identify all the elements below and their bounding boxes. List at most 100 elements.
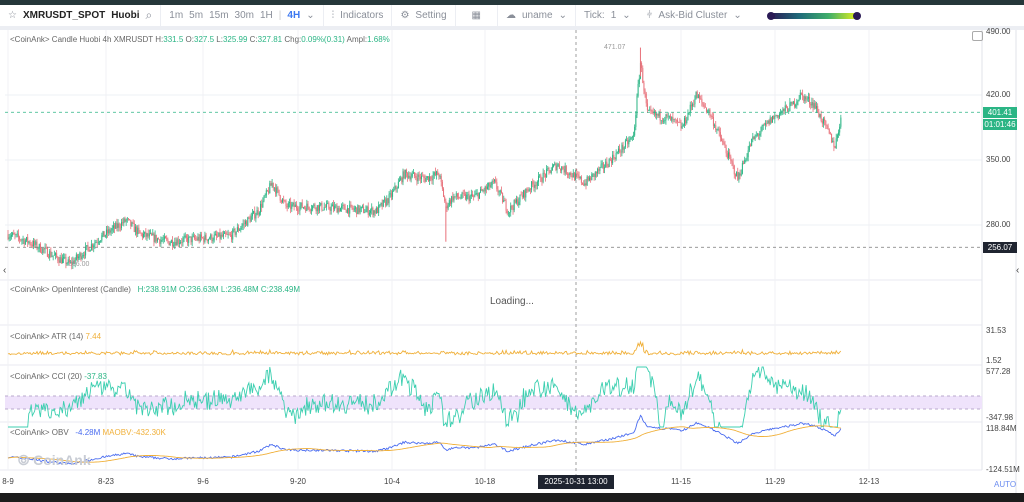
symbol-name[interactable]: XMRUSDT_SPOT [23,10,105,21]
candle-body [23,239,25,245]
candle-body [353,208,355,210]
candle-body [170,240,172,243]
search-icon[interactable]: ⌕ [146,8,153,23]
candle-body [488,182,490,187]
scroll-right-icon[interactable]: ‹ [1016,265,1019,276]
candle-body [681,126,683,129]
scroll-left-icon[interactable]: ‹ [3,265,6,276]
candle-body [506,210,508,214]
candle-body [565,166,567,174]
candle-body [331,204,333,207]
candle-body [711,115,713,118]
candle-body [432,175,434,181]
candle-body [784,105,786,112]
star-icon[interactable]: ☆ [8,10,17,21]
candle-body [204,234,206,242]
interval-15m[interactable]: 15m [209,10,228,21]
candle-body [134,226,136,233]
candle-body [209,238,211,240]
candle-body [357,205,359,215]
candle-body [341,205,343,209]
candle-body [780,113,782,114]
candle-body [806,98,808,100]
candle-body [816,106,818,109]
candle-body [708,109,710,112]
candle-body [261,203,263,208]
chevron-down-icon[interactable]: ⌄ [306,10,314,21]
indicators-button[interactable]: ⫶ Indicators [324,5,393,26]
candle-body [138,227,140,231]
candle-body [619,148,621,152]
interval-30m[interactable]: 30m [235,10,254,21]
color-gradient-slider[interactable] [766,11,861,20]
candle-body [383,199,385,201]
candle-body [275,187,277,194]
candle-body [683,117,685,126]
candle-body [606,161,608,167]
user-dropdown[interactable]: ☁ uname ⌄ [498,5,576,26]
candle-body [763,124,765,126]
candle-body [540,175,542,182]
candle-body [262,200,264,208]
cci-legend: <CoinAnk> CCI (20) -37.83 [10,372,107,381]
reset-zoom-button[interactable] [972,31,983,41]
candle-body [168,241,170,246]
candle-body [348,208,350,214]
candle-body [832,140,834,143]
candle-body [430,176,432,180]
chart-canvas[interactable] [0,30,1024,493]
candle-body [83,254,85,256]
candle-body [587,176,589,181]
candle-body [543,172,545,174]
interval-1h[interactable]: 1H [260,10,273,21]
candle-body [642,68,644,83]
candle-body [620,151,622,153]
candle-body [478,192,480,199]
auto-scale-button[interactable]: AUTO [994,480,1016,489]
cloud-icon: ☁ [506,10,516,21]
candle-body [233,228,235,230]
candle-body [692,104,694,107]
candle-body [829,133,831,135]
setting-button[interactable]: ⚙ Setting [392,5,456,26]
candle-body [415,176,417,178]
candle-body [195,238,197,240]
candle-body [418,174,420,177]
exchange-name[interactable]: Huobi [111,10,139,21]
candle-body [568,174,570,176]
candle-body [449,200,451,204]
candle-body [716,129,718,131]
tick-dropdown[interactable]: Tick: 1 ⌄ [576,5,639,26]
layout-button[interactable]: ▦ [456,5,498,26]
candle-body [271,182,273,186]
candle-body [717,128,719,130]
interval-5m[interactable]: 5m [189,10,203,21]
candle-body [143,234,145,238]
candle-body [601,163,603,165]
candle-body [700,98,702,100]
candle-body [605,161,607,168]
candle-body [132,222,134,224]
candle-body [13,232,15,235]
cluster-dropdown[interactable]: ⫩ Ask-Bid Cluster ⌄ [639,5,750,26]
candle-body [804,96,806,102]
candle-body [366,206,368,210]
interval-4h[interactable]: 4H [287,10,300,21]
oi-legend: <CoinAnk> OpenInterest (Candle) H:238.91… [10,285,301,294]
candle-body [733,165,735,175]
candle-body [840,117,842,127]
candle-body [657,113,659,116]
candle-body [787,107,789,112]
candle-body [405,169,407,174]
candle-body [664,120,666,121]
cluster-icon: ⫩ [646,10,653,21]
interval-1m[interactable]: 1m [169,10,183,21]
candle-body [754,135,756,140]
candle-body [304,207,306,208]
candle-body [759,133,761,136]
candle-body [408,175,410,178]
high-annotation: 471.07 [604,44,626,51]
candle-body [736,172,738,177]
candle-body [305,207,307,211]
candle-body [535,185,537,186]
